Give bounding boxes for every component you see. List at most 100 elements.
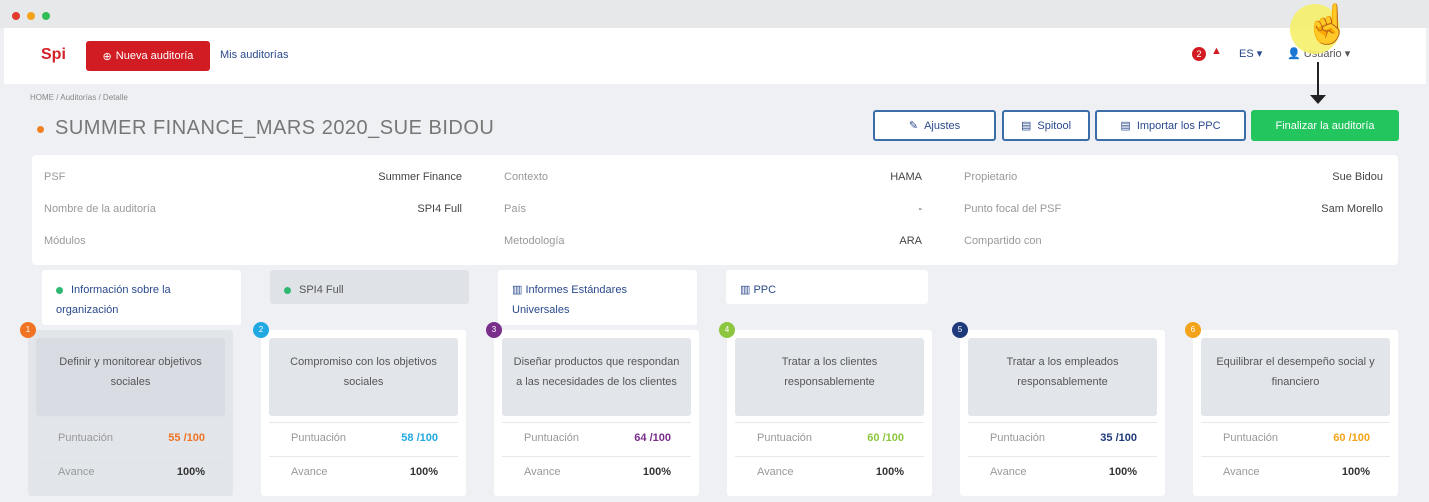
progress-label: Avance xyxy=(58,466,95,478)
score-row: Puntuación 64 /100 xyxy=(502,422,691,452)
dimension-card[interactable]: 1 Definir y monitorear objetivos sociales… xyxy=(20,322,233,496)
progress-row: Avance 100% xyxy=(735,456,924,486)
score-row: Puntuación 58 /100 xyxy=(269,422,458,452)
dimension-title: Compromiso con los objetivos sociales xyxy=(269,338,458,416)
language-selector[interactable]: ES ▾ xyxy=(1239,47,1262,60)
edit-icon: ✎ xyxy=(908,120,919,132)
info-value: SPI4 Full xyxy=(417,203,462,215)
score-label: Puntuación xyxy=(757,432,813,444)
import-ppc-button[interactable]: ▤ Importar los PPC xyxy=(1095,110,1246,141)
settings-label: Ajustes xyxy=(924,119,961,132)
score-value: 60 /100 xyxy=(867,432,904,444)
breadcrumb[interactable]: HOME / Auditorías / Detalle xyxy=(30,93,128,102)
tab-label: Información sobre la organización xyxy=(56,284,171,316)
info-value: ARA xyxy=(899,235,922,247)
progress-value: 100% xyxy=(1341,466,1370,478)
chart-icon: ▥ xyxy=(512,284,526,296)
finalize-audit-label: Finalizar la auditoría xyxy=(1275,119,1375,132)
window-chrome xyxy=(0,0,1429,28)
info-label: Propietario xyxy=(964,171,1018,183)
score-row: Puntuación 35 /100 xyxy=(968,422,1157,452)
close-window-dot[interactable] xyxy=(12,12,20,20)
minimize-window-dot[interactable] xyxy=(27,12,35,20)
score-label: Puntuación xyxy=(58,432,114,444)
maximize-window-dot[interactable] xyxy=(42,12,50,20)
tab-ppc[interactable]: ▥ PPC xyxy=(726,270,928,304)
score-row: Puntuación 55 /100 xyxy=(36,422,225,452)
progress-label: Avance xyxy=(524,466,561,478)
app-logo[interactable]: Spi xyxy=(41,46,66,64)
dimension-card[interactable]: 4 Tratar a los clientes responsablemente P… xyxy=(719,322,932,496)
score-value: 64 /100 xyxy=(634,432,671,444)
progress-label: Avance xyxy=(1223,466,1260,478)
dimension-card[interactable]: 5 Tratar a los empleados responsablemente… xyxy=(952,322,1165,496)
progress-row: Avance 100% xyxy=(502,456,691,486)
dimension-number-badge: 5 xyxy=(952,322,968,338)
score-label: Puntuación xyxy=(291,432,347,444)
score-value: 35 /100 xyxy=(1100,432,1137,444)
progress-value: 100% xyxy=(875,466,904,478)
info-label: País xyxy=(504,203,527,215)
info-value: Sam Morello xyxy=(1321,203,1383,215)
page-title: SUMMER FINANCE_MARS 2020_SUE BIDOU xyxy=(55,117,495,139)
tab-organization-info[interactable]: Información sobre la organización xyxy=(42,270,241,325)
score-label: Puntuación xyxy=(990,432,1046,444)
tab-label: SPI4 Full xyxy=(299,284,344,296)
info-value: Sue Bidou xyxy=(1332,171,1383,183)
new-audit-button[interactable]: ⊕ Nueva auditoría xyxy=(86,41,210,71)
progress-row: Avance 100% xyxy=(269,456,458,486)
dimension-card[interactable]: 3 Diseñar productos que respondan a las n… xyxy=(486,322,699,496)
settings-button[interactable]: ✎ Ajustes xyxy=(873,110,996,141)
status-dot xyxy=(37,126,44,133)
spitool-button[interactable]: ▤ Spitool xyxy=(1002,110,1090,141)
pointer-hand-icon: ☝ xyxy=(1304,4,1352,46)
progress-row: Avance 100% xyxy=(36,456,225,486)
score-row: Puntuación 60 /100 xyxy=(735,422,924,452)
pointer-arrow-shaft xyxy=(1317,62,1319,96)
dimension-number-badge: 1 xyxy=(20,322,36,338)
dimension-card[interactable]: 6 Equilibrar el desempeño social y financ… xyxy=(1185,322,1398,496)
spitool-label: Spitool xyxy=(1037,119,1072,132)
language-label: ES xyxy=(1239,48,1254,60)
chart-icon: ▥ xyxy=(740,284,754,296)
dimension-number-badge: 2 xyxy=(253,322,269,338)
info-label: Contexto xyxy=(504,171,549,183)
dimension-title: Equilibrar el desempeño social y financi… xyxy=(1201,338,1390,416)
dimension-number-badge: 3 xyxy=(486,322,502,338)
info-value: HAMA xyxy=(890,171,922,183)
progress-label: Avance xyxy=(990,466,1027,478)
dimension-title: Tratar a los empleados responsablemente xyxy=(968,338,1157,416)
dimension-card[interactable]: 2 Compromiso con los objetivos sociales Pu… xyxy=(253,322,466,496)
user-icon: 👤 xyxy=(1287,48,1301,60)
file-icon: ▤ xyxy=(1120,120,1131,132)
progress-value: 100% xyxy=(176,466,205,478)
score-row: Puntuación 60 /100 xyxy=(1201,422,1390,452)
progress-value: 100% xyxy=(642,466,671,478)
plus-circle-icon: ⊕ xyxy=(102,50,112,63)
my-audits-link[interactable]: Mis auditorías xyxy=(220,49,288,61)
dimension-number-badge: 6 xyxy=(1185,322,1201,338)
progress-label: Avance xyxy=(291,466,328,478)
dimension-number-badge: 4 xyxy=(719,322,735,338)
progress-value: 100% xyxy=(1108,466,1137,478)
bell-icon[interactable]: ▲ xyxy=(1211,45,1222,57)
finalize-audit-button[interactable]: Finalizar la auditoría xyxy=(1251,110,1399,141)
info-value: Summer Finance xyxy=(378,171,462,183)
new-audit-label: Nueva auditoría xyxy=(115,50,194,62)
progress-value: 100% xyxy=(409,466,438,478)
info-label: Punto focal del PSF xyxy=(964,203,1062,215)
document-icon: ▤ xyxy=(1020,120,1032,132)
complete-status-dot xyxy=(56,286,63,294)
info-label: Metodología xyxy=(504,235,565,247)
info-label: PSF xyxy=(44,171,66,183)
tab-universal-standards[interactable]: ▥ Informes Estándares Universales xyxy=(498,270,697,325)
progress-row: Avance 100% xyxy=(1201,456,1390,486)
dimension-title: Definir y monitorear objetivos sociales xyxy=(36,338,225,416)
audit-info-panel xyxy=(32,155,1398,265)
pointer-arrow-head xyxy=(1310,95,1326,104)
notification-count-badge[interactable]: 2 xyxy=(1192,47,1206,61)
score-value: 58 /100 xyxy=(401,432,438,444)
info-value: - xyxy=(918,203,922,215)
complete-status-dot xyxy=(284,286,291,294)
tab-spi4-full[interactable]: SPI4 Full xyxy=(270,270,469,304)
